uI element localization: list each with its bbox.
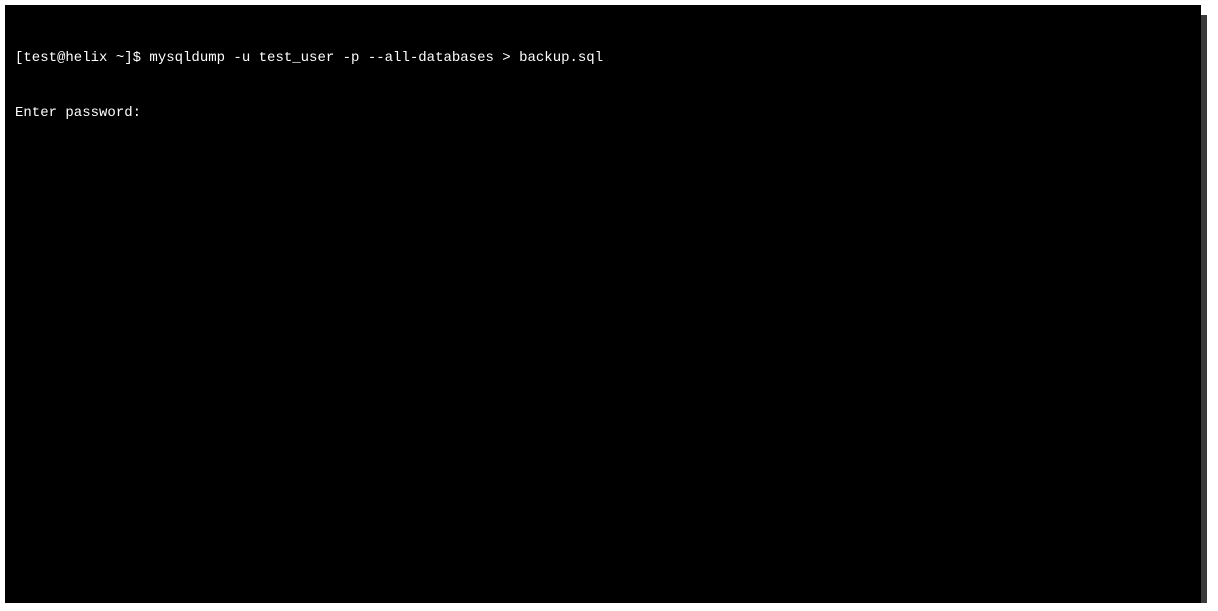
terminal-line-command: [test@helix ~]$ mysqldump -u test_user -… [15,49,1197,67]
scrollbar-track[interactable] [1201,5,1207,603]
terminal-line-prompt: Enter password: [15,104,1197,122]
scrollbar-thumb[interactable] [1201,5,1207,15]
terminal-window[interactable]: [test@helix ~]$ mysqldump -u test_user -… [5,5,1207,603]
